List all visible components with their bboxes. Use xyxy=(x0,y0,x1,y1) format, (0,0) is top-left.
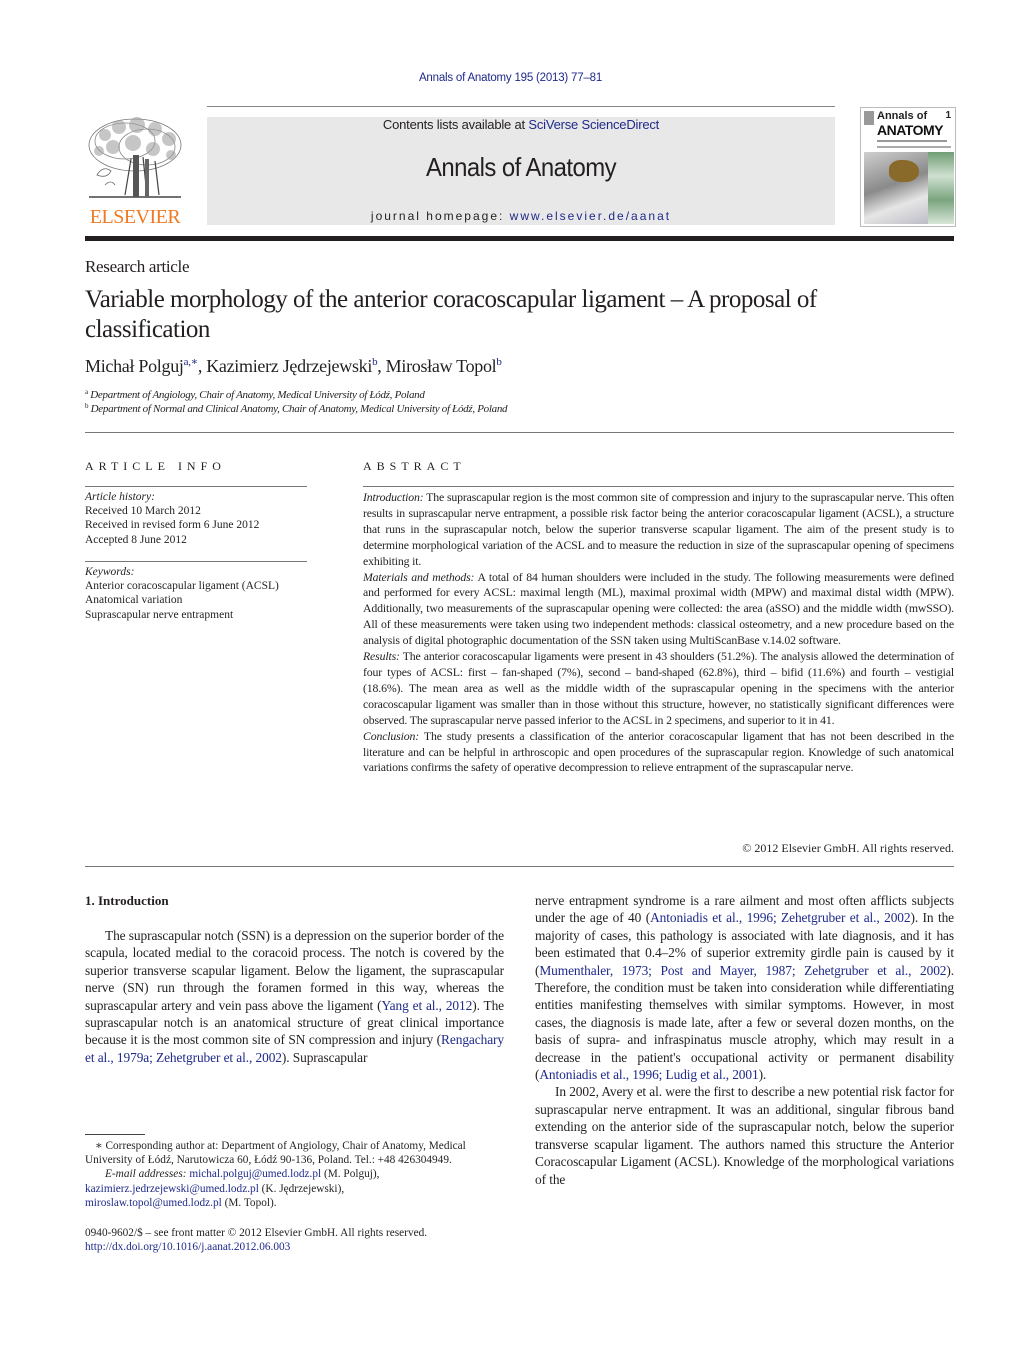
journal-title: Annals of Anatomy xyxy=(425,152,617,182)
affiliation-text: Department of Normal and Clinical Anatom… xyxy=(90,403,508,415)
email-owner: (M. Polguj), xyxy=(321,1168,380,1181)
keyword: Suprascapular nerve entrapment xyxy=(85,608,234,621)
cover-subtitle-bar xyxy=(877,140,947,142)
article-type: Research article xyxy=(85,257,190,276)
corresponding-author-note: ∗ Corresponding author at: Department of… xyxy=(85,1140,466,1167)
doi-link[interactable]: http://dx.doi.org/10.1016/j.aanat.2012.0… xyxy=(85,1240,505,1254)
author-list: Michał Polguja,∗, Kazimierz Jędrzejewski… xyxy=(85,356,502,376)
sciencedirect-link[interactable]: SciVerse ScienceDirect xyxy=(528,117,659,132)
top-divider xyxy=(207,106,835,107)
abstract-divider xyxy=(363,486,954,487)
footnotes: ∗ Corresponding author at: Department of… xyxy=(85,1139,505,1210)
masthead-banner: Contents lists available at SciVerse Sci… xyxy=(207,117,835,225)
affiliation-mark: a xyxy=(85,388,88,396)
keyword: Anatomical variation xyxy=(85,594,183,607)
author-name: Kazimierz Jędrzejewski xyxy=(206,356,373,376)
abstract-bottom-divider xyxy=(85,866,954,867)
paragraph: The suprascapular notch (SSN) is a depre… xyxy=(85,927,504,1066)
email-addresses: E-mail addresses: michal.polguj@umed.lod… xyxy=(85,1167,505,1210)
contents-line: Contents lists available at SciVerse Sci… xyxy=(207,117,835,132)
affiliation-mark: b xyxy=(85,402,89,410)
history-item: Received 10 March 2012 xyxy=(85,505,201,518)
abstract-section: Conclusion: The study presents a classif… xyxy=(363,729,954,777)
author-name: Mirosław Topol xyxy=(385,356,497,376)
paragraph: In 2002, Avery et al. were the first to … xyxy=(535,1084,954,1187)
abstract-section-label: Materials and methods: xyxy=(363,569,475,584)
cover-title-line2: ANATOMY xyxy=(877,122,943,138)
tree-icon xyxy=(88,117,182,198)
cover-issue-number: 1 xyxy=(945,110,951,121)
abstract-section-text: The anterior coracoscapular ligaments we… xyxy=(363,649,954,727)
front-matter-text: 0940-9602/$ – see front matter © 2012 El… xyxy=(85,1227,428,1239)
cover-bone-image xyxy=(889,160,919,182)
masthead-divider xyxy=(85,236,954,241)
elsevier-wordmark: ELSEVIER xyxy=(89,206,181,228)
cover-sidebar xyxy=(928,152,954,224)
abstract-section-label: Introduction: xyxy=(363,490,424,504)
abstract-section-label: Conclusion: xyxy=(363,728,420,743)
keyword: Anterior coracoscapular ligament (ACSL) xyxy=(85,580,279,593)
author-affiliation-mark[interactable]: a,∗ xyxy=(184,356,199,368)
abstract-section-text: The suprascapular region is the most com… xyxy=(363,490,954,568)
body-column-left: The suprascapular notch (SSN) is a depre… xyxy=(85,927,504,1066)
paragraph-text: ). xyxy=(758,1067,767,1083)
body-column-right: nerve entrapment syndrome is a rare ailm… xyxy=(535,892,954,1188)
keywords-label: Keywords: xyxy=(85,566,135,578)
paragraph: nerve entrapment syndrome is a rare ailm… xyxy=(535,892,954,1083)
keywords: Keywords: Anterior coracoscapular ligame… xyxy=(85,565,279,622)
article-info-divider xyxy=(85,561,307,562)
history-item: Received in revised form 6 June 2012 xyxy=(85,519,260,532)
email-label: E-mail addresses: xyxy=(105,1168,187,1181)
paragraph-text: ). Suprascapular xyxy=(281,1049,368,1065)
citation-link[interactable]: Antoniadis et al., 1996; Ludig et al., 2… xyxy=(539,1067,758,1082)
email-owner: (K. Jędrzejewski), xyxy=(258,1182,345,1195)
history-label: Article history: xyxy=(85,491,155,503)
email-link[interactable]: kazimierz.jedrzejewski@umed.lodz.pl xyxy=(85,1183,259,1195)
article-title: Variable morphology of the anterior cora… xyxy=(85,286,817,343)
article-history: Article history: Received 10 March 2012 … xyxy=(85,490,259,547)
cover-publisher-mark xyxy=(864,111,874,125)
cover-subtitle-bar xyxy=(877,146,951,148)
citation-link[interactable]: Yang et al., 2012 xyxy=(381,998,472,1013)
cover-title-line1: Annals of xyxy=(877,110,928,122)
homepage-line: journal homepage: www.elsevier.de/aanat xyxy=(207,209,835,223)
author-affiliation-mark[interactable]: b xyxy=(372,356,378,368)
author-affiliation-mark[interactable]: b xyxy=(496,356,502,368)
article-info-divider xyxy=(85,486,307,487)
abstract-section: Materials and methods: A total of 84 hum… xyxy=(363,570,954,650)
email-owner: (M. Topol). xyxy=(221,1196,277,1209)
email-link[interactable]: michal.polguj@umed.lodz.pl xyxy=(189,1168,321,1180)
abstract-section: Results: The anterior coracoscapular lig… xyxy=(363,649,954,729)
elsevier-logo: ELSEVIER xyxy=(85,115,185,227)
abstract-body: Introduction: The suprascapular region i… xyxy=(363,490,954,776)
email-link[interactable]: miroslaw.topol@umed.lodz.pl xyxy=(85,1197,222,1209)
contents-prefix: Contents lists available at xyxy=(382,117,529,132)
abstract-section: Introduction: The suprascapular region i… xyxy=(363,490,954,570)
abstract-section-text: The study presents a classification of t… xyxy=(363,728,954,775)
homepage-prefix: journal homepage: xyxy=(370,209,510,223)
citation-link[interactable]: Antoniadis et al., 1996; Zehetgruber et … xyxy=(650,910,911,925)
homepage-link[interactable]: www.elsevier.de/aanat xyxy=(510,209,671,223)
paragraph-text: ). Therefore, the condition must be take… xyxy=(535,962,954,1083)
journal-cover-thumbnail[interactable]: Annals of 1 ANATOMY xyxy=(860,107,956,227)
section-heading: 1. Introduction xyxy=(85,893,169,908)
citation-link[interactable]: Mumenthaler, 1973; Post and Mayer, 1987;… xyxy=(539,963,946,978)
article-info-heading: ARTICLE INFO xyxy=(85,459,226,473)
affiliation: b Department of Normal and Clinical Anat… xyxy=(85,402,508,416)
abstract-heading: ABSTRACT xyxy=(363,459,466,473)
history-item: Accepted 8 June 2012 xyxy=(85,533,187,546)
author-name: Michał Polguj xyxy=(85,356,184,376)
front-matter: 0940-9602/$ – see front matter © 2012 El… xyxy=(85,1226,505,1254)
footnote-divider xyxy=(85,1134,145,1135)
head-divider xyxy=(85,432,954,433)
journal-citation-link[interactable]: Annals of Anatomy 195 (2013) 77–81 xyxy=(0,72,1021,84)
abstract-copyright: © 2012 Elsevier GmbH. All rights reserve… xyxy=(742,841,954,855)
abstract-section-label: Results: xyxy=(363,649,400,664)
affiliation: a Department of Angiology, Chair of Anat… xyxy=(85,388,425,402)
affiliation-text: Department of Angiology, Chair of Anatom… xyxy=(90,389,425,401)
